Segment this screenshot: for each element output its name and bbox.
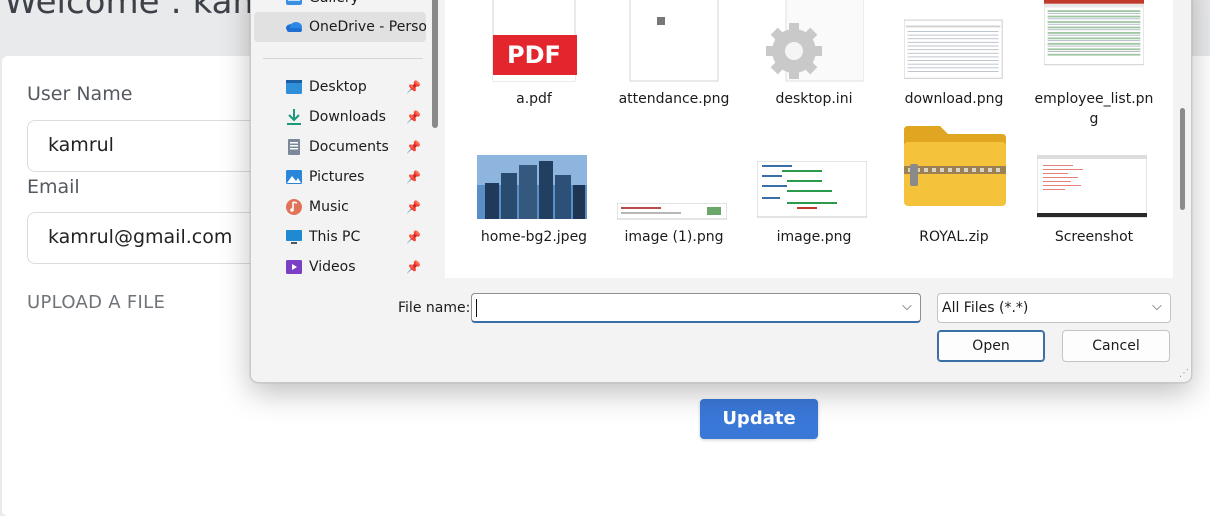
navigation-pane: Gallery OneDrive - Personal Desktop 📌 Do… [251,0,441,278]
chevron-down-icon: ⌵ [1152,299,1162,314]
image-file-icon [904,19,1003,79]
file-type-filter-value: All Files (*.*) [942,300,1029,316]
cancel-button[interactable]: Cancel [1062,330,1170,362]
nav-item-label: Documents [309,139,389,155]
file-item-attendance-png[interactable]: attendance.png [612,0,736,141]
pin-icon: 📌 [406,230,421,244]
file-item-home-bg2-jpeg[interactable]: home-bg2.jpeg [472,147,596,297]
nav-item-music[interactable]: Music 📌 [254,192,426,222]
documents-icon [288,139,300,155]
nav-scrollbar[interactable] [432,0,438,128]
pictures-icon [286,170,302,184]
downloads-icon [287,109,301,125]
nav-item-label: Music [309,199,349,215]
image-file-icon [617,203,727,220]
image-file-icon [1044,0,1144,66]
open-button[interactable]: Open [937,330,1045,362]
pin-icon: 📌 [406,200,421,214]
file-item-a-pdf[interactable]: PDF a.pdf [472,0,596,141]
nav-item-desktop[interactable]: Desktop 📌 [254,72,426,102]
file-list: PDF a.pdf attendance.png desktop.ini dow… [445,0,1173,278]
text-caret [476,299,477,317]
nav-item-label: Videos [309,259,356,275]
nav-item-pictures[interactable]: Pictures 📌 [254,162,426,192]
file-name: desktop.ini [775,91,853,107]
file-item-screenshot[interactable]: Screenshot [1032,147,1156,297]
email-label: Email [27,176,80,198]
pin-icon: 📌 [406,260,421,274]
nav-item-onedrive[interactable]: OneDrive - Personal [254,12,426,42]
music-icon [286,199,302,215]
file-item-royal-zip[interactable]: ROYAL.zip [892,126,1016,297]
username-label: User Name [27,83,133,105]
file-name: attendance.png [618,91,730,107]
videos-icon [286,260,302,274]
nav-item-label: Downloads [309,109,386,125]
pin-icon: 📌 [406,170,421,184]
nav-item-documents[interactable]: Documents 📌 [254,132,426,162]
upload-file-label: UPLOAD A FILE [27,292,166,313]
file-item-image-png[interactable]: image.png [752,147,876,297]
update-button[interactable]: Update [700,399,818,439]
image-file-icon [477,155,587,219]
nav-item-downloads[interactable]: Downloads 📌 [254,102,426,132]
file-name-label: File name: [398,300,471,316]
nav-item-label: Pictures [309,169,365,185]
file-type-filter-select[interactable]: All Files (*.*) ⌵ [937,293,1171,323]
file-name: image (1).png [624,229,724,245]
file-item-image-1-png[interactable]: image (1).png [612,147,736,297]
this-pc-icon [286,230,302,244]
file-item-employee-list-png[interactable]: employee_list.png [1032,0,1156,141]
file-item-download-png[interactable]: download.png [892,0,1016,141]
pin-icon: 📌 [406,140,421,154]
nav-item-label: This PC [309,229,361,245]
nav-item-label: Desktop [309,79,367,95]
pin-icon: 📌 [406,80,421,94]
image-file-icon [629,0,719,82]
chevron-down-icon[interactable]: ⌵ [902,299,912,314]
nav-item-this-pc[interactable]: This PC 📌 [254,222,426,252]
file-name: download.png [904,91,1004,107]
gallery-icon [286,0,302,5]
pdf-icon: PDF [492,0,577,82]
file-name: ROYAL.zip [919,229,989,245]
nav-item-videos[interactable]: Videos 📌 [254,252,426,282]
file-name: Screenshot [1054,229,1134,245]
file-list-scrollbar[interactable] [1180,108,1185,210]
nav-item-label: OneDrive - Personal [309,19,426,35]
nav-divider [263,58,423,59]
desktop-icon [286,80,302,94]
pin-icon: 📌 [406,110,421,124]
image-file-icon [757,161,867,218]
image-file-icon [1037,155,1147,218]
file-name: a.pdf [516,91,552,107]
settings-file-icon [766,0,864,82]
zip-folder-icon [904,126,1006,206]
onedrive-icon [286,22,302,32]
pdf-badge-text: PDF [507,41,561,69]
file-name: image.png [776,229,852,245]
file-name: home-bg2.jpeg [480,229,588,245]
resize-grip-icon[interactable]: ⋰ [1179,368,1189,379]
file-name: employee_list.png [1034,91,1154,127]
file-name-input[interactable]: ⌵ [471,293,921,323]
file-open-dialog: Gallery OneDrive - Personal Desktop 📌 Do… [250,0,1192,383]
file-item-desktop-ini[interactable]: desktop.ini [752,0,876,141]
